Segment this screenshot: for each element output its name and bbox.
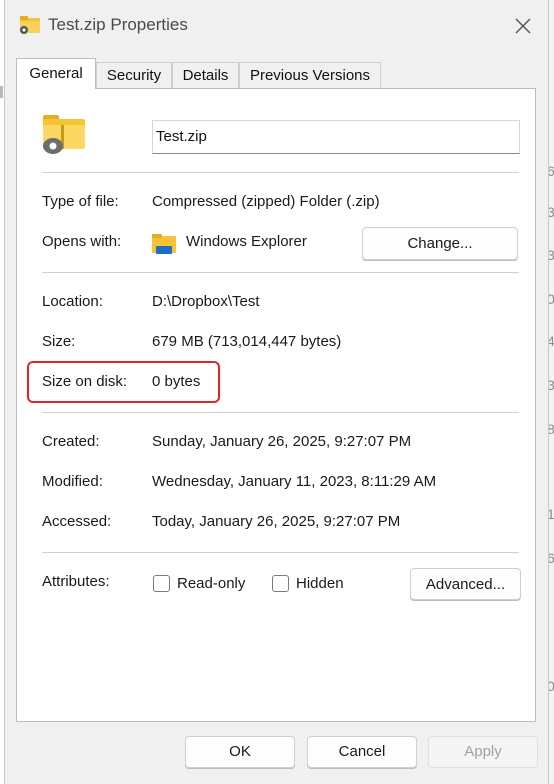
size-value: 679 MB (713,014,447 bytes) — [152, 333, 342, 350]
location-label: Location: — [42, 293, 103, 310]
created-label: Created: — [42, 433, 100, 450]
dialog-footer: OK Cancel Apply — [5, 722, 548, 784]
created-value: Sunday, January 26, 2025, 9:27:07 PM — [152, 433, 412, 450]
opens-with-label: Opens with: — [42, 233, 122, 250]
red-highlight-box — [27, 361, 220, 403]
zip-folder-icon — [43, 115, 85, 154]
hidden-checkbox[interactable] — [272, 575, 289, 592]
general-panel: Type of file: Compressed (zipped) Folder… — [16, 88, 536, 722]
modified-value: Wednesday, January 11, 2023, 8:11:29 AM — [152, 473, 437, 490]
ok-button[interactable]: OK — [185, 736, 295, 768]
file-explorer-icon — [152, 234, 176, 254]
background-window-edge-left — [0, 86, 3, 98]
properties-dialog: Test.zip Properties General Security Det… — [4, 0, 549, 784]
accessed-label: Accessed: — [42, 513, 112, 530]
divider — [42, 552, 519, 553]
location-value: D:\Dropbox\Test — [152, 293, 260, 310]
accessed-value: Today, January 26, 2025, 9:27:07 PM — [152, 513, 401, 530]
type-of-file-label: Type of file: — [42, 193, 119, 210]
readonly-label: Read-only — [177, 575, 246, 592]
type-of-file-value: Compressed (zipped) Folder (.zip) — [152, 193, 380, 210]
divider — [42, 412, 519, 413]
modified-label: Modified: — [42, 473, 103, 490]
divider — [42, 172, 519, 173]
size-label: Size: — [42, 333, 76, 350]
title-bar: Test.zip Properties — [5, 0, 548, 50]
zip-folder-icon — [20, 16, 40, 34]
hidden-label: Hidden — [296, 575, 344, 592]
divider — [42, 272, 519, 273]
window-title: Test.zip Properties — [48, 15, 188, 34]
tab-previous-versions[interactable]: Previous Versions — [239, 62, 381, 88]
change-button[interactable]: Change... — [362, 227, 518, 260]
advanced-button[interactable]: Advanced... — [410, 568, 521, 600]
cancel-button[interactable]: Cancel — [307, 736, 417, 768]
tab-details[interactable]: Details — [172, 62, 239, 88]
tab-general[interactable]: General — [16, 58, 96, 89]
apply-button[interactable]: Apply — [428, 736, 538, 768]
readonly-checkbox[interactable] — [153, 575, 170, 592]
opens-with-value: Windows Explorer — [186, 233, 307, 250]
close-icon[interactable] — [505, 10, 541, 42]
filename-field[interactable] — [152, 120, 520, 154]
attributes-label: Attributes: — [42, 573, 110, 590]
tab-security[interactable]: Security — [96, 62, 172, 88]
